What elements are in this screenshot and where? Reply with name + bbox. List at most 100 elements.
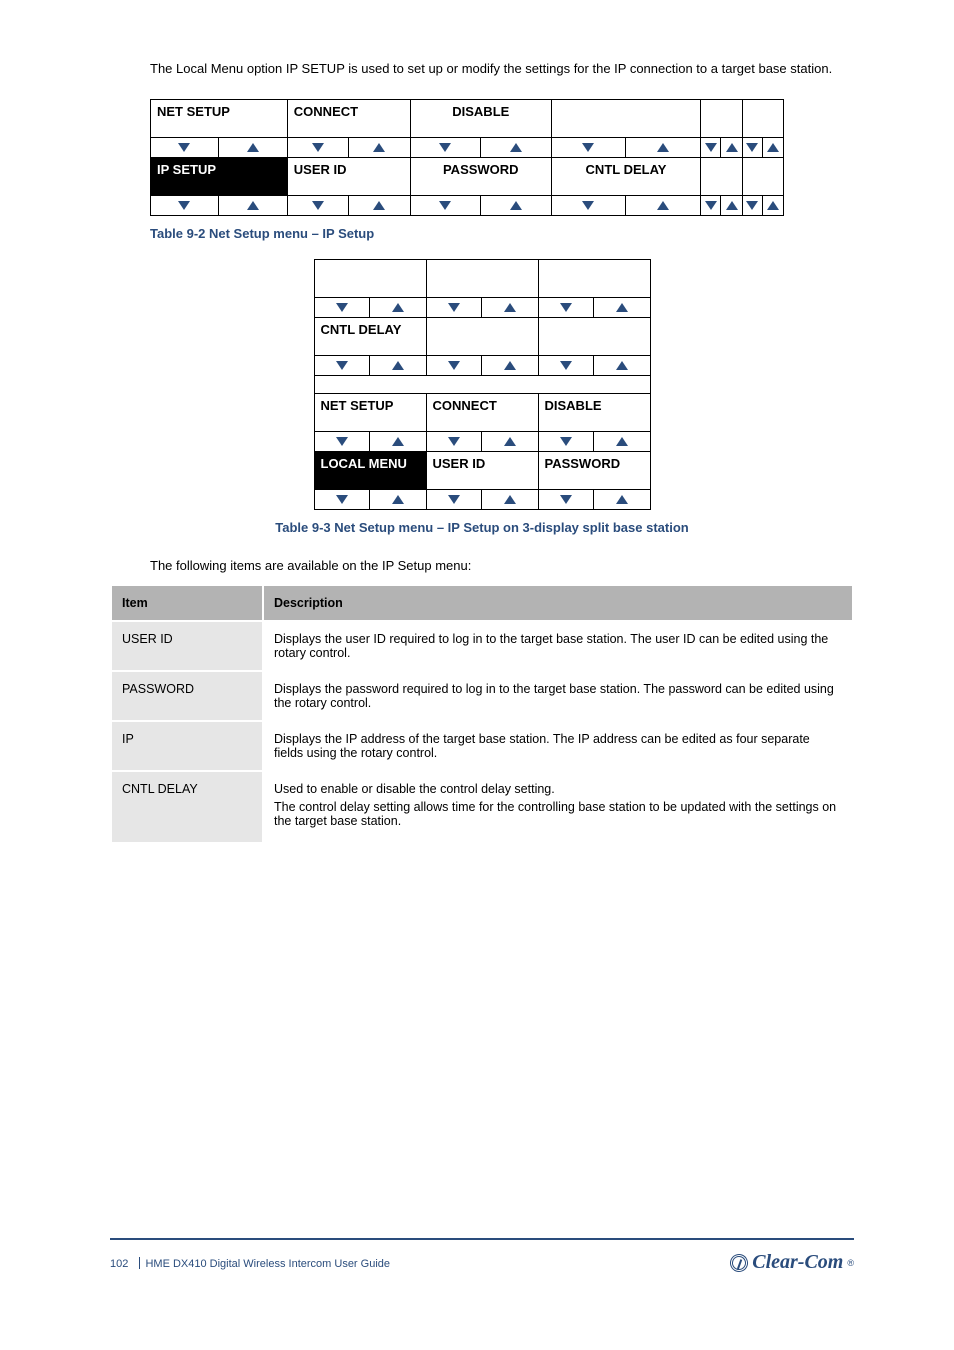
menu-cell: LOCAL MENU xyxy=(314,451,426,489)
arrow-up-icon xyxy=(373,143,385,152)
item-desc-cell: Displays the user ID required to log in … xyxy=(264,622,852,670)
arrow-down-icon xyxy=(178,143,190,152)
arrow-down-icon xyxy=(439,143,451,152)
arrow-up-icon xyxy=(504,361,516,370)
caption-table-9-3: Table 9-3 Net Setup menu – IP Setup on 3… xyxy=(165,520,799,535)
arrow-up-icon xyxy=(247,201,259,210)
menu-cell xyxy=(701,99,742,137)
menu-cell: NET SETUP xyxy=(151,99,288,137)
menu-cell: USER ID xyxy=(287,157,410,195)
arrow-down-icon xyxy=(312,201,324,210)
arrow-cell xyxy=(538,489,650,509)
arrow-up-icon xyxy=(392,303,404,312)
menu-cell xyxy=(742,99,783,137)
arrow-down-icon xyxy=(439,201,451,210)
arrow-up-icon xyxy=(504,437,516,446)
arrow-up-icon xyxy=(373,201,385,210)
brand-logo: Clear-Com ® xyxy=(730,1251,854,1274)
arrow-down-icon xyxy=(560,361,572,370)
item-desc-cell: Used to enable or disable the control de… xyxy=(264,772,852,842)
arrow-up-icon xyxy=(510,143,522,152)
menu-cell: CNTL DELAY xyxy=(551,157,700,195)
arrow-up-icon xyxy=(767,201,779,210)
menu-cell xyxy=(538,317,650,355)
arrow-down-icon xyxy=(560,437,572,446)
menu-cell: PASSWORD xyxy=(410,157,551,195)
arrow-cell xyxy=(314,489,426,509)
arrow-up-icon xyxy=(657,143,669,152)
menu-cell xyxy=(742,157,783,195)
menu-cell xyxy=(551,99,700,137)
arrow-up-icon xyxy=(726,201,738,210)
item-name-cell: IP xyxy=(112,722,262,770)
arrow-down-icon xyxy=(448,495,460,504)
menu-cell xyxy=(701,157,742,195)
arrow-cell xyxy=(426,355,538,375)
arrow-down-icon xyxy=(560,303,572,312)
arrow-down-icon xyxy=(312,143,324,152)
arrow-cell xyxy=(426,489,538,509)
menu-cell: DISABLE xyxy=(538,393,650,431)
menu-cell xyxy=(426,259,538,297)
arrow-up-icon xyxy=(510,201,522,210)
arrow-down-icon xyxy=(178,201,190,210)
arrow-up-icon xyxy=(504,495,516,504)
brand-logo-icon xyxy=(728,1251,751,1274)
arrow-cell xyxy=(287,137,410,157)
table-ip-setup-6col: NET SETUPCONNECTDISABLEIP SETUPUSER IDPA… xyxy=(150,99,784,216)
arrow-down-icon xyxy=(448,361,460,370)
menu-cell: USER ID xyxy=(426,451,538,489)
arrow-cell xyxy=(538,355,650,375)
arrow-cell xyxy=(538,297,650,317)
arrow-up-icon xyxy=(767,143,779,152)
caption-table-9-2: Table 9-2 Net Setup menu – IP Setup xyxy=(150,226,854,241)
arrow-down-icon xyxy=(336,303,348,312)
menu-cell xyxy=(426,317,538,355)
menu-cell: CONNECT xyxy=(426,393,538,431)
arrow-cell xyxy=(551,137,700,157)
arrow-cell xyxy=(551,195,700,215)
menu-cell: PASSWORD xyxy=(538,451,650,489)
item-name-cell: USER ID xyxy=(112,622,262,670)
item-name-cell: PASSWORD xyxy=(112,672,262,720)
arrow-cell xyxy=(538,431,650,451)
arrow-down-icon xyxy=(336,495,348,504)
footer-divider xyxy=(110,1238,854,1240)
arrow-cell xyxy=(701,137,742,157)
item-desc-cell: Displays the password required to log in… xyxy=(264,672,852,720)
menu-cell xyxy=(314,259,426,297)
arrow-cell xyxy=(151,137,288,157)
footer-text: 102 HME DX410 Digital Wireless Intercom … xyxy=(110,1257,390,1270)
arrow-cell xyxy=(426,431,538,451)
items-header-desc: Description xyxy=(264,586,852,620)
arrow-cell xyxy=(314,297,426,317)
menu-cell: IP SETUP xyxy=(151,157,288,195)
items-header-item: Item xyxy=(112,586,262,620)
arrow-cell xyxy=(742,137,783,157)
arrow-up-icon xyxy=(616,361,628,370)
arrow-down-icon xyxy=(705,201,717,210)
arrow-up-icon xyxy=(616,437,628,446)
arrow-down-icon xyxy=(336,361,348,370)
arrow-up-icon xyxy=(392,495,404,504)
menu-cell xyxy=(538,259,650,297)
arrow-down-icon xyxy=(336,437,348,446)
arrow-down-icon xyxy=(448,303,460,312)
arrow-cell xyxy=(314,431,426,451)
item-name-cell: CNTL DELAY xyxy=(112,772,262,842)
arrow-cell xyxy=(742,195,783,215)
table-ip-setup-3col: CNTL DELAY NET SETUPCONNECTDISABLE LOCAL M… xyxy=(314,259,651,510)
menu-cell: CNTL DELAY xyxy=(314,317,426,355)
arrow-down-icon xyxy=(582,143,594,152)
arrow-down-icon xyxy=(560,495,572,504)
arrow-down-icon xyxy=(582,201,594,210)
footer-doc-title: HME DX410 Digital Wireless Intercom User… xyxy=(145,1258,390,1270)
arrow-down-icon xyxy=(448,437,460,446)
arrow-cell xyxy=(151,195,288,215)
arrow-down-icon xyxy=(705,143,717,152)
menu-cell: NET SETUP xyxy=(314,393,426,431)
arrow-cell xyxy=(426,297,538,317)
items-intro-paragraph: The following items are available on the… xyxy=(150,557,854,576)
arrow-up-icon xyxy=(392,361,404,370)
arrow-cell xyxy=(314,355,426,375)
